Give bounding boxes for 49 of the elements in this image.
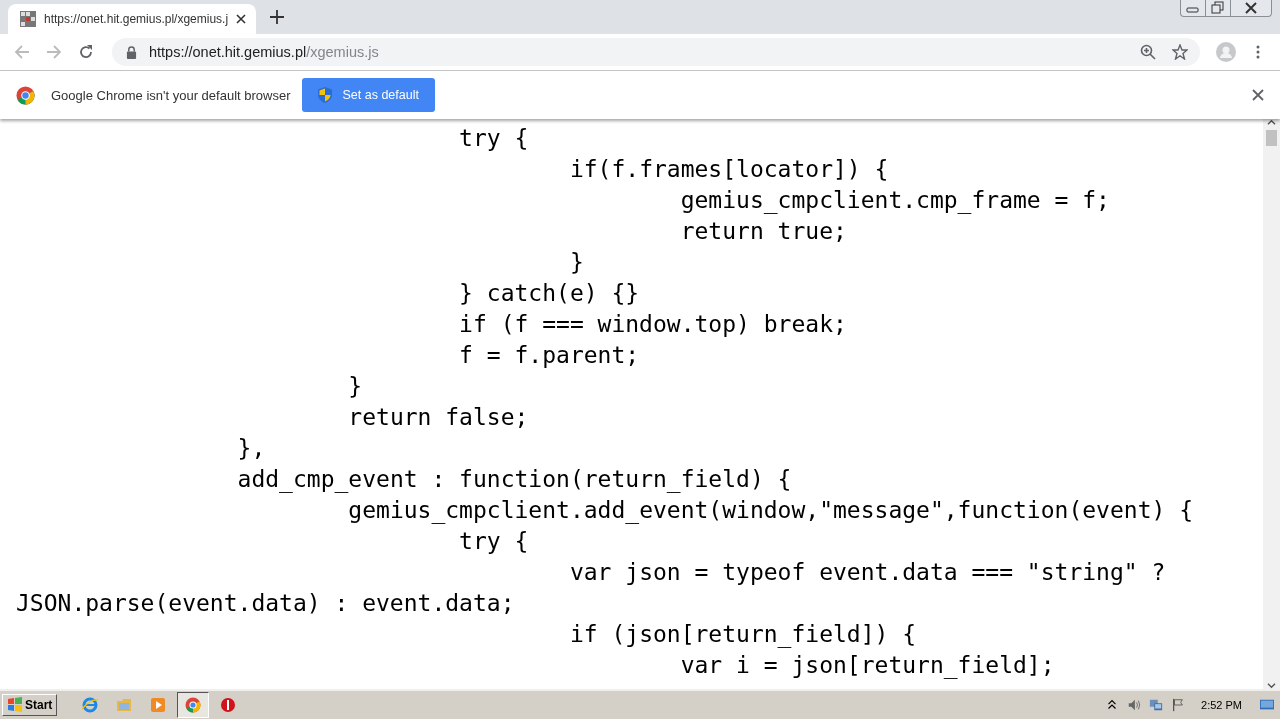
url-path: /xgemius.js bbox=[306, 44, 379, 60]
code-line: var i = json[return_field]; bbox=[680, 652, 1055, 678]
code-line: add_cmp_event : function(return_field) { bbox=[237, 466, 792, 492]
address-bar[interactable]: https://onet.hit.gemius.pl/xgemius.js bbox=[112, 38, 1200, 66]
show-desktop-icon[interactable] bbox=[1260, 698, 1274, 712]
code-line: } bbox=[569, 249, 584, 275]
browser-tab[interactable]: https://onet.hit.gemius.pl/xgemius.j bbox=[8, 4, 257, 34]
clock[interactable]: 2:52 PM bbox=[1201, 699, 1242, 711]
flag-icon[interactable] bbox=[1171, 698, 1186, 712]
stop-sign-icon[interactable] bbox=[220, 697, 237, 713]
code-line: try { bbox=[459, 125, 529, 151]
star-icon[interactable] bbox=[1172, 44, 1188, 60]
close-icon[interactable] bbox=[236, 14, 247, 24]
code-line: f = f.parent; bbox=[459, 342, 640, 368]
code-line: JSON.parse(event.data) : event.data; bbox=[16, 590, 515, 616]
scrollbar[interactable] bbox=[1263, 119, 1280, 689]
network-icon[interactable] bbox=[1149, 698, 1164, 712]
shield-icon bbox=[318, 87, 333, 103]
scroll-up-icon[interactable] bbox=[1267, 119, 1276, 126]
tab-title: https://onet.hit.gemius.pl/xgemius.j bbox=[44, 12, 229, 26]
media-player-icon[interactable] bbox=[150, 697, 167, 713]
code-line: return true; bbox=[680, 218, 847, 244]
windows-logo-icon bbox=[7, 697, 23, 713]
code-line: return false; bbox=[348, 404, 529, 430]
code-line: if (json[return_field]) { bbox=[569, 621, 917, 647]
reload-icon[interactable] bbox=[78, 44, 94, 60]
zoom-icon[interactable] bbox=[1140, 44, 1156, 60]
start-button[interactable]: Start bbox=[2, 694, 58, 716]
chrome-logo-icon bbox=[16, 85, 35, 105]
code-line: } bbox=[348, 373, 363, 399]
default-browser-message: Google Chrome isn't your default browser bbox=[51, 87, 291, 103]
code-line: gemius_cmpclient.cmp_frame = f; bbox=[680, 187, 1110, 213]
code-line: if (f === window.top) break; bbox=[459, 311, 847, 337]
url-host: https://onet.hit.gemius.pl bbox=[149, 44, 307, 60]
code-line: }, bbox=[237, 435, 266, 461]
scroll-thumb[interactable] bbox=[1266, 130, 1277, 146]
chrome-logo-icon[interactable] bbox=[185, 697, 202, 713]
code-line: if(f.frames[locator]) { bbox=[569, 156, 889, 182]
scroll-down-icon[interactable] bbox=[1267, 682, 1276, 689]
code-line: var json = typeof event.data === "string" ? bbox=[569, 559, 1166, 585]
code-line: } catch(e) {} bbox=[459, 280, 640, 306]
set-default-button[interactable]: Set as default bbox=[302, 78, 435, 112]
lock-icon bbox=[126, 45, 137, 59]
code-line: try { bbox=[459, 528, 529, 554]
speaker-icon[interactable] bbox=[1127, 698, 1142, 712]
favicon-icon bbox=[20, 11, 36, 27]
new-tab-icon[interactable] bbox=[270, 10, 285, 24]
code-line: gemius_cmpclient.add_event(window,"message",function(event) { bbox=[348, 497, 1194, 523]
close-icon[interactable] bbox=[1252, 89, 1264, 101]
